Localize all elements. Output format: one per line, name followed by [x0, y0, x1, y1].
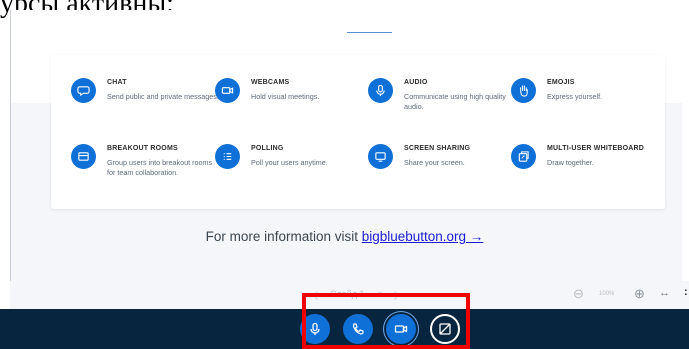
feature-title: BREAKOUT ROOMS	[107, 145, 178, 152]
feature-desc: Express yourself.	[547, 92, 603, 101]
whiteboard-icon	[511, 144, 536, 169]
features-card: CHAT Send public and private messages. W…	[51, 55, 665, 209]
feature-desc: Group users into breakout rooms for team…	[107, 158, 213, 177]
feature-text: AUDIO Communicate using high quality aud…	[404, 78, 516, 112]
feature-text: CHAT Send public and private messages.	[107, 78, 219, 102]
chat-icon	[71, 78, 96, 103]
app-root: урсы активны: CHAT Send public and priva…	[0, 0, 689, 349]
feature-title: POLLING	[251, 145, 284, 152]
feature-desc: Share your screen.	[404, 158, 465, 167]
more-info-line: For more information visit bigbluebutton…	[0, 229, 689, 244]
feature-text: MULTI-USER WHITEBOARD Draw together.	[547, 144, 659, 168]
feature-desc: Draw together.	[547, 158, 594, 167]
feature-title: MULTI-USER WHITEBOARD	[547, 145, 645, 152]
title-divider	[347, 32, 392, 33]
feature-title: EMOJIS	[547, 79, 575, 86]
feature-desc: Poll your users anytime.	[251, 158, 328, 167]
more-options-button[interactable]: :	[684, 286, 688, 298]
zoom-level: 100%	[599, 291, 615, 297]
feature-text: EMOJIS Express yourself.	[547, 78, 659, 102]
hand-icon	[511, 78, 536, 103]
feature-desc: Send public and private messages.	[107, 92, 219, 101]
feature-title: AUDIO	[404, 79, 428, 86]
feature-desc: Hold visual meetings.	[251, 92, 320, 101]
feature-text: WEBCAMS Hold visual meetings.	[251, 78, 363, 102]
more-info-text: For more information visit	[205, 229, 362, 244]
feature-title: SCREEN SHARING	[404, 145, 471, 152]
zoom-in-button[interactable]: ⊕	[634, 286, 645, 302]
screen-share-icon	[368, 144, 393, 169]
microphone-icon	[368, 78, 393, 103]
zoom-out-button[interactable]: ⊖	[573, 286, 584, 302]
feature-text: POLLING Poll your users anytime.	[251, 144, 363, 168]
webcam-icon	[215, 78, 240, 103]
bigbluebutton-link[interactable]: bigbluebutton.org →	[362, 229, 484, 244]
feature-title: WEBCAMS	[251, 79, 290, 86]
feature-desc: Communicate using high quality audio.	[404, 92, 506, 111]
highlight-annotation-box	[302, 293, 470, 349]
feature-text: BREAKOUT ROOMS Group users into breakout…	[107, 144, 219, 178]
feature-title: CHAT	[107, 79, 127, 86]
fit-to-width-button[interactable]: ↔	[659, 287, 670, 299]
polling-icon	[215, 144, 240, 169]
breakout-rooms-icon	[71, 144, 96, 169]
feature-text: SCREEN SHARING Share your screen.	[404, 144, 516, 168]
